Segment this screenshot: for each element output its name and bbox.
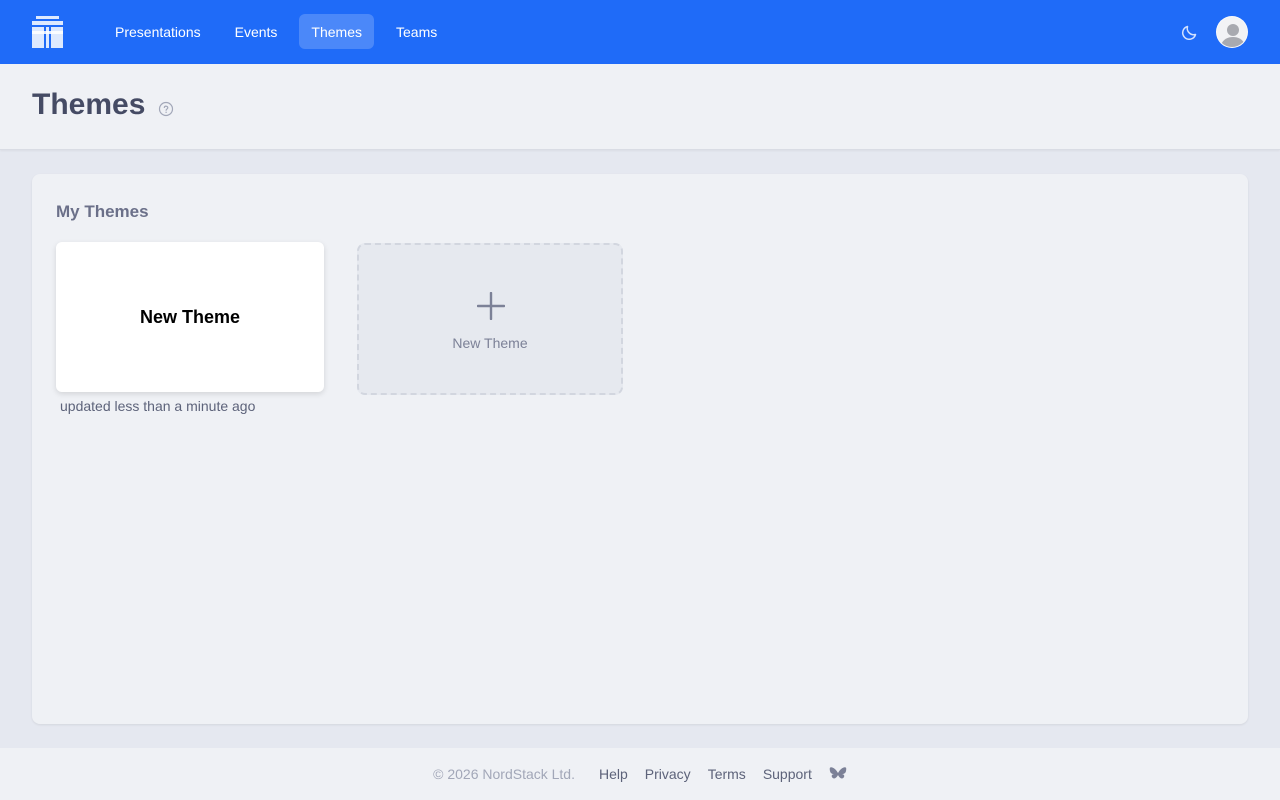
theme-card-title: New Theme xyxy=(139,306,241,327)
avatar-silhouette-icon xyxy=(1217,17,1247,47)
page-header: Themes xyxy=(0,64,1280,150)
panel-title: My Themes xyxy=(56,202,149,221)
plus-icon xyxy=(477,292,505,320)
footer-link-support[interactable]: Support xyxy=(763,766,812,782)
page-title: Themes xyxy=(32,88,146,121)
top-navbar: Presentations Events Themes Teams xyxy=(0,0,1280,64)
app-logo-icon[interactable] xyxy=(32,16,63,48)
nav-item-events[interactable]: Events xyxy=(223,14,290,49)
help-circle-icon[interactable] xyxy=(158,101,174,117)
footer-link-privacy[interactable]: Privacy xyxy=(645,766,691,782)
butterfly-icon[interactable] xyxy=(829,766,847,782)
footer: © 2026 NordStack Ltd. Help Privacy Terms… xyxy=(0,748,1280,800)
main-nav: Presentations Events Themes Teams xyxy=(103,14,449,50)
my-themes-panel: My Themes New Theme updated less than a … xyxy=(32,174,1248,724)
footer-link-terms[interactable]: Terms xyxy=(708,766,746,782)
theme-updated-text: updated less than a minute ago xyxy=(60,398,256,414)
nav-item-presentations[interactable]: Presentations xyxy=(103,14,213,49)
new-theme-button[interactable]: New Theme xyxy=(357,243,623,395)
nav-item-themes[interactable]: Themes xyxy=(299,14,374,49)
user-avatar[interactable] xyxy=(1216,16,1248,48)
new-theme-label: New Theme xyxy=(452,335,528,351)
footer-link-help[interactable]: Help xyxy=(599,766,628,782)
moon-icon[interactable] xyxy=(1180,22,1200,42)
copyright-text: © 2026 NordStack Ltd. xyxy=(433,766,575,782)
theme-card[interactable]: New Theme xyxy=(56,242,324,392)
nav-item-teams[interactable]: Teams xyxy=(384,14,449,49)
